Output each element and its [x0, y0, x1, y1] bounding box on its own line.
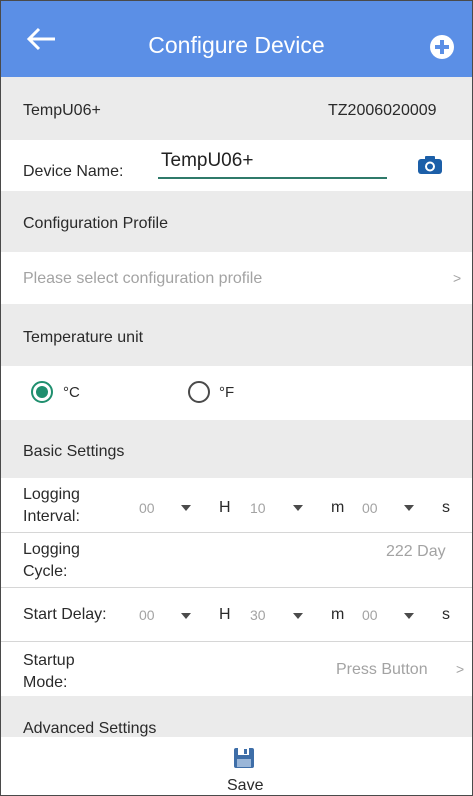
- device-model: TempU06+: [23, 102, 101, 119]
- floppy-disk-icon: [234, 748, 254, 768]
- save-bar: Save: [1, 737, 472, 795]
- start-delay-label: Start Delay:: [23, 606, 107, 623]
- device-serial: TZ2006020009: [328, 102, 437, 119]
- section-title: Temperature unit: [23, 329, 144, 346]
- device-name-label: Device Name:: [23, 163, 124, 180]
- startup-mode-label-line2: Mode:: [23, 674, 68, 691]
- seconds-unit: s: [442, 499, 450, 516]
- logging-cycle-value: 222 Day: [386, 543, 446, 560]
- dropdown-arrow-icon[interactable]: [404, 613, 414, 619]
- device-name-input[interactable]: [161, 147, 385, 175]
- logging-cycle-label-line2: Cycle:: [23, 563, 68, 580]
- fahrenheit-label: °F: [219, 384, 235, 401]
- delay-minutes-value[interactable]: 30: [250, 607, 266, 623]
- hours-unit: H: [219, 606, 231, 623]
- minutes-unit: m: [331, 499, 345, 516]
- seconds-unit: s: [442, 606, 450, 623]
- dropdown-arrow-icon[interactable]: [181, 505, 191, 511]
- dropdown-arrow-icon[interactable]: [404, 505, 414, 511]
- save-button[interactable]: Save: [215, 737, 275, 795]
- interval-hours-value[interactable]: 00: [139, 500, 155, 516]
- temperature-unit-row: °C °F: [1, 366, 472, 420]
- logging-cycle-row: Logging Cycle: 222 Day: [1, 533, 472, 587]
- dropdown-arrow-icon[interactable]: [293, 505, 303, 511]
- section-title: Basic Settings: [23, 443, 125, 460]
- section-title: Configuration Profile: [23, 215, 168, 232]
- celsius-label: °C: [63, 384, 80, 401]
- screen: Configure Device TempU06+ TZ2006020009 D…: [0, 0, 473, 796]
- basic-settings-section: Basic Settings: [1, 420, 472, 478]
- dropdown-arrow-icon[interactable]: [293, 613, 303, 619]
- delay-hours-value[interactable]: 00: [139, 607, 155, 623]
- config-profile-select[interactable]: Please select configuration profile >: [1, 252, 472, 304]
- fahrenheit-radio[interactable]: [188, 381, 210, 403]
- save-label: Save: [227, 777, 264, 794]
- startup-mode-row[interactable]: Startup Mode: Press Button >: [1, 642, 472, 696]
- camera-icon[interactable]: [417, 155, 443, 175]
- hours-unit: H: [219, 499, 231, 516]
- startup-mode-value: Press Button: [336, 661, 428, 678]
- logging-interval-row: Logging Interval: 00 H 10 m 00 s: [1, 478, 472, 532]
- interval-minutes-value[interactable]: 10: [250, 500, 266, 516]
- logging-interval-label-line1: Logging: [23, 486, 80, 503]
- chevron-right-icon: >: [456, 661, 465, 677]
- celsius-radio[interactable]: [31, 381, 53, 403]
- section-title: Advanced Settings: [23, 720, 157, 737]
- app-bar: Configure Device: [1, 1, 472, 77]
- advanced-settings-section: Advanced Settings: [1, 696, 472, 738]
- logging-interval-label-line2: Interval:: [23, 508, 80, 525]
- chevron-right-icon: >: [453, 270, 462, 286]
- start-delay-row: Start Delay: 00 H 30 m 00 s: [1, 588, 472, 641]
- device-name-underline: [158, 177, 387, 179]
- minutes-unit: m: [331, 606, 345, 623]
- page-title: Configure Device: [148, 32, 325, 58]
- device-info-row: TempU06+ TZ2006020009: [1, 77, 472, 140]
- dropdown-arrow-icon[interactable]: [181, 613, 191, 619]
- interval-seconds-value[interactable]: 00: [362, 500, 378, 516]
- startup-mode-label-line1: Startup: [23, 652, 75, 669]
- delay-seconds-value[interactable]: 00: [362, 607, 378, 623]
- plus-circle-icon[interactable]: [429, 34, 455, 60]
- temperature-unit-section: Temperature unit: [1, 304, 472, 366]
- logging-cycle-label-line1: Logging: [23, 541, 80, 558]
- config-profile-section: Configuration Profile: [1, 191, 472, 252]
- config-profile-placeholder: Please select configuration profile: [23, 270, 263, 287]
